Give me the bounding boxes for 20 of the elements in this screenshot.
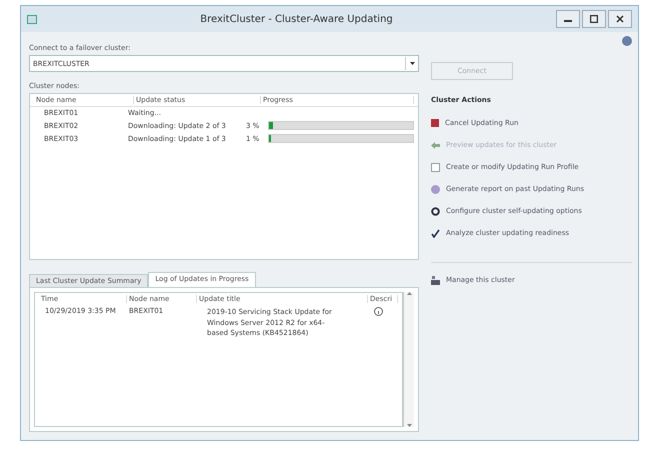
maximize-icon bbox=[590, 15, 598, 23]
stop-icon bbox=[431, 119, 439, 127]
minimize-button[interactable] bbox=[556, 10, 580, 28]
scrollbar[interactable] bbox=[403, 292, 414, 427]
arrow-icon bbox=[431, 142, 440, 148]
dropdown-arrow-icon bbox=[410, 62, 414, 65]
scroll-up-icon[interactable] bbox=[406, 292, 412, 295]
document-icon bbox=[431, 162, 440, 172]
scroll-down-icon[interactable] bbox=[406, 424, 412, 427]
app-icon bbox=[27, 14, 37, 24]
globe-icon bbox=[431, 184, 440, 194]
info-icon[interactable] bbox=[374, 307, 383, 316]
window-title: BrexitCluster - Cluster-Aware Updating bbox=[199, 14, 394, 24]
close-button[interactable] bbox=[608, 10, 632, 28]
maximize-button[interactable] bbox=[582, 10, 606, 28]
checkmark-icon bbox=[431, 228, 440, 238]
help-icon[interactable] bbox=[622, 36, 632, 46]
server-icon bbox=[431, 276, 440, 284]
ring-icon bbox=[431, 206, 440, 216]
close-icon bbox=[616, 15, 624, 23]
